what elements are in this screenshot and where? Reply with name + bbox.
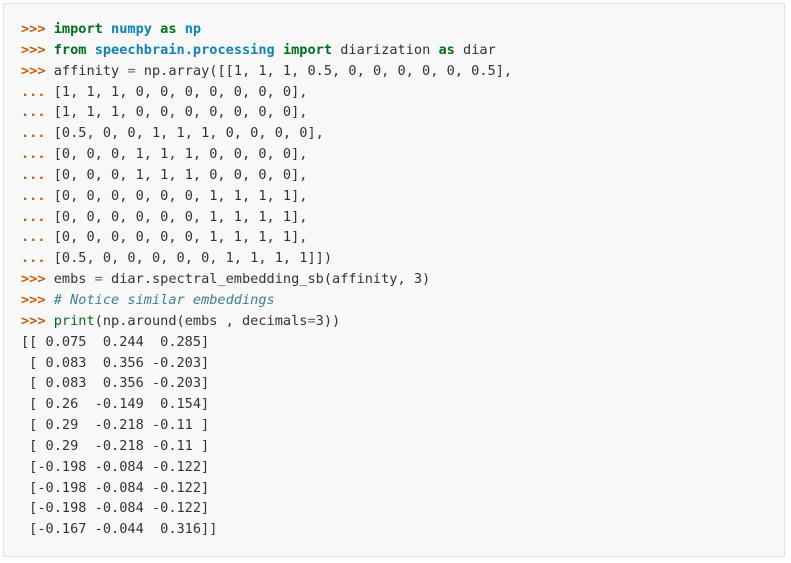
code-token: (np.around(embs , decimals <box>94 312 308 329</box>
code-token: 3)) <box>315 312 341 329</box>
code-token: import <box>282 41 333 58</box>
code-token: numpy <box>111 21 152 37</box>
code-line-18: [ 0.083 0.356 -0.203] <box>21 373 784 394</box>
code-block: >>> import numpy as np >>> from speechbra… <box>3 3 785 557</box>
code-token: [0, 0, 0, 1, 1, 1, 0, 0, 0, 0], <box>53 166 308 183</box>
code-line-2: >>> from speechbrain.processing import d… <box>21 40 784 61</box>
code-token: np.array([[1, 1, 1, 0.5, 0, 0, 0, 0, 0, … <box>135 62 513 79</box>
code-line-7: ... [0, 0, 0, 1, 1, 1, 0, 0, 0, 0], <box>21 144 784 165</box>
code-token: [-0.198 -0.084 -0.122] <box>21 500 210 517</box>
code-token: # Notice similar embeddings <box>53 291 275 308</box>
code-token: [ 0.29 -0.218 -0.11 ] <box>21 417 210 434</box>
code-token: [-0.198 -0.084 -0.122] <box>21 458 210 475</box>
code-token: [[ 0.075 0.244 0.285] <box>21 333 210 350</box>
prompt-continuation: ... <box>21 83 46 100</box>
code-lines: >>> import numpy as np >>> from speechbra… <box>21 19 784 540</box>
code-token: as <box>438 41 455 58</box>
code-line-8: ... [0, 0, 0, 1, 1, 1, 0, 0, 0, 0], <box>21 165 784 186</box>
code-line-14: >>> # Notice similar embeddings <box>21 290 784 311</box>
prompt-continuation: ... <box>21 208 46 225</box>
code-line-3: >>> affinity = np.array([[1, 1, 1, 0.5, … <box>21 61 784 82</box>
code-token: diar <box>454 41 496 58</box>
code-line-11: ... [0, 0, 0, 0, 0, 0, 1, 1, 1, 1], <box>21 227 784 248</box>
code-token: speechbrain.processing <box>94 41 275 58</box>
prompt-primary: >>> <box>21 312 46 329</box>
prompt-primary: >>> <box>21 21 46 37</box>
code-line-1: >>> import numpy as np <box>21 19 784 40</box>
prompt-continuation: ... <box>21 166 46 183</box>
code-line-12: ... [0.5, 0, 0, 0, 0, 0, 1, 1, 1, 1]]) <box>21 248 784 269</box>
code-line-22: [-0.198 -0.084 -0.122] <box>21 457 784 478</box>
code-token: = <box>94 271 103 288</box>
prompt-continuation: ... <box>21 250 46 267</box>
code-token: [0, 0, 0, 0, 0, 0, 1, 1, 1, 1], <box>53 208 308 225</box>
code-line-6: ... [0.5, 0, 0, 1, 1, 1, 0, 0, 0, 0], <box>21 123 784 144</box>
code-line-25: [-0.167 -0.044 0.316]] <box>21 519 784 540</box>
code-line-19: [ 0.26 -0.149 0.154] <box>21 394 784 415</box>
code-line-10: ... [0, 0, 0, 0, 0, 0, 1, 1, 1, 1], <box>21 207 784 228</box>
code-token: = <box>127 62 136 79</box>
code-token: diar.spectral_embedding_sb(affinity, 3) <box>102 271 431 288</box>
code-token: [0.5, 0, 0, 0, 0, 0, 1, 1, 1, 1]]) <box>53 250 333 267</box>
prompt-continuation: ... <box>21 229 46 246</box>
code-token: diarization <box>332 41 439 58</box>
prompt-primary: >>> <box>21 271 46 288</box>
code-token: np <box>184 21 202 37</box>
code-token: from <box>53 41 87 58</box>
code-token: [ 0.083 0.356 -0.203] <box>21 354 210 371</box>
code-line-23: [-0.198 -0.084 -0.122] <box>21 478 784 499</box>
code-line-16: [[ 0.075 0.244 0.285] <box>21 332 784 353</box>
prompt-primary: >>> <box>21 41 46 58</box>
code-token: as <box>160 21 177 37</box>
code-token: import <box>53 21 103 37</box>
prompt-continuation: ... <box>21 125 46 142</box>
code-token: [0, 0, 0, 0, 0, 0, 1, 1, 1, 1], <box>53 187 308 204</box>
code-token: [ 0.29 -0.218 -0.11 ] <box>21 437 210 454</box>
code-line-24: [-0.198 -0.084 -0.122] <box>21 498 784 519</box>
prompt-continuation: ... <box>21 146 46 163</box>
code-line-17: [ 0.083 0.356 -0.203] <box>21 353 784 374</box>
prompt-primary: >>> <box>21 291 46 308</box>
code-token: [1, 1, 1, 0, 0, 0, 0, 0, 0, 0], <box>53 104 308 121</box>
code-token: [-0.198 -0.084 -0.122] <box>21 479 210 496</box>
code-token: embs <box>53 271 95 288</box>
code-line-13: >>> embs = diar.spectral_embedding_sb(af… <box>21 269 784 290</box>
code-token: [1, 1, 1, 0, 0, 0, 0, 0, 0, 0], <box>53 83 308 100</box>
code-line-20: [ 0.29 -0.218 -0.11 ] <box>21 415 784 436</box>
code-line-5: ... [1, 1, 1, 0, 0, 0, 0, 0, 0, 0], <box>21 102 784 123</box>
prompt-primary: >>> <box>21 62 46 79</box>
code-line-9: ... [0, 0, 0, 0, 0, 0, 1, 1, 1, 1], <box>21 186 784 207</box>
prompt-continuation: ... <box>21 187 46 204</box>
code-token: = <box>307 312 316 329</box>
code-token: [-0.167 -0.044 0.316]] <box>21 521 218 538</box>
code-token: print <box>53 312 95 329</box>
code-token: [ 0.083 0.356 -0.203] <box>21 375 210 392</box>
code-line-21: [ 0.29 -0.218 -0.11 ] <box>21 436 784 457</box>
code-token: [ 0.26 -0.149 0.154] <box>21 396 210 413</box>
code-line-15: >>> print(np.around(embs , decimals=3)) <box>21 311 784 332</box>
code-line-4: ... [1, 1, 1, 0, 0, 0, 0, 0, 0, 0], <box>21 82 784 103</box>
code-token: affinity <box>53 62 128 79</box>
code-token: [0, 0, 0, 0, 0, 0, 1, 1, 1, 1], <box>53 229 308 246</box>
code-token: [0, 0, 0, 1, 1, 1, 0, 0, 0, 0], <box>53 146 308 163</box>
code-token: [0.5, 0, 0, 1, 1, 1, 0, 0, 0, 0], <box>53 125 324 142</box>
prompt-continuation: ... <box>21 104 46 121</box>
